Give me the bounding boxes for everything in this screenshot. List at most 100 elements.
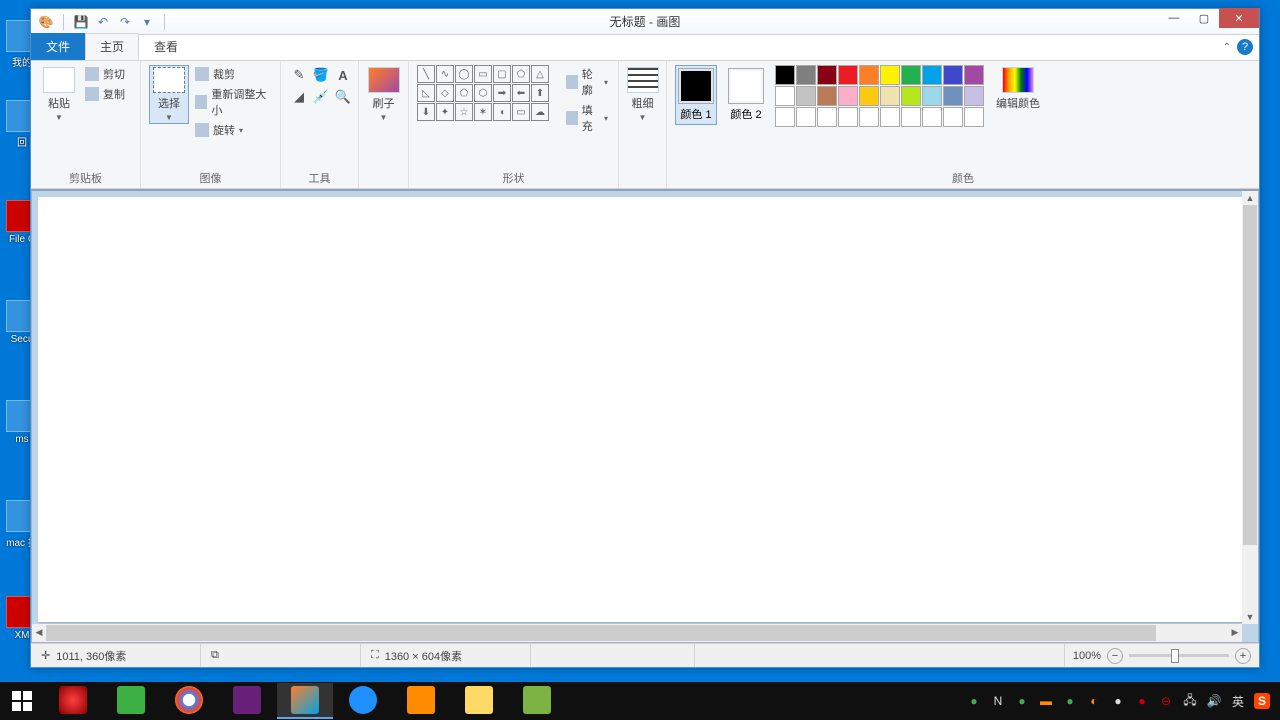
scrollbar-thumb[interactable] (1243, 205, 1257, 545)
taskbar-app[interactable] (161, 683, 217, 719)
color-swatch[interactable] (859, 65, 879, 85)
text-tool[interactable]: A (333, 65, 353, 85)
outline-button[interactable]: 轮廓 ▾ (564, 65, 610, 99)
network-icon[interactable]: 🖧 (1182, 693, 1198, 709)
color-swatch[interactable] (964, 107, 984, 127)
color-swatch[interactable] (901, 86, 921, 106)
scrollbar-thumb[interactable] (46, 625, 1156, 641)
minimize-button[interactable]: ― (1159, 8, 1189, 28)
color-swatch[interactable] (880, 86, 900, 106)
eraser-tool[interactable]: ◢ (289, 87, 309, 107)
color-swatch[interactable] (964, 65, 984, 85)
scroll-up-icon[interactable]: ▲ (1243, 191, 1257, 205)
tray-icon[interactable]: ▬ (1038, 693, 1054, 709)
scroll-right-icon[interactable]: ▶ (1228, 625, 1242, 639)
maximize-button[interactable]: ▢ (1189, 8, 1219, 28)
crop-button[interactable]: 裁剪 (193, 65, 272, 83)
copy-button[interactable]: 复制 (83, 85, 127, 103)
shape-curve[interactable]: ∿ (436, 65, 454, 83)
shapes-gallery[interactable]: ╲∿◯▭▢⬠△ ◺◇⬠⬡➡⬅⬆ ⬇✦☆✶◖▭☁ (417, 65, 549, 121)
app-icon[interactable]: 🎨 (37, 13, 55, 31)
shape-star6[interactable]: ✶ (474, 103, 492, 121)
tray-icon[interactable]: ◐ (1086, 693, 1102, 709)
shape-rect[interactable]: ▭ (474, 65, 492, 83)
zoom-out-button[interactable]: − (1107, 648, 1123, 664)
volume-icon[interactable]: 🔊 (1206, 693, 1222, 709)
start-button[interactable] (0, 682, 44, 720)
zoom-slider[interactable] (1129, 654, 1229, 657)
paste-button[interactable]: 粘贴 ▼ (39, 65, 79, 124)
shape-callout-cloud[interactable]: ☁ (531, 103, 549, 121)
vertical-scrollbar[interactable]: ▲ ▼ (1242, 191, 1258, 624)
select-button[interactable]: 选择 ▼ (149, 65, 189, 124)
close-button[interactable]: ✕ (1219, 8, 1259, 28)
shape-arrow-d[interactable]: ⬇ (417, 103, 435, 121)
collapse-ribbon-icon[interactable]: ⌃ (1223, 42, 1231, 53)
scroll-down-icon[interactable]: ▼ (1243, 610, 1257, 624)
color-swatch[interactable] (922, 65, 942, 85)
taskbar-app[interactable] (219, 683, 275, 719)
color-swatch[interactable] (859, 86, 879, 106)
rotate-button[interactable]: 旋转 ▾ (193, 121, 272, 139)
cut-button[interactable]: 剪切 (83, 65, 127, 83)
shape-arrow-l[interactable]: ⬅ (512, 84, 530, 102)
ime-icon[interactable]: 英 (1230, 693, 1246, 709)
tray-icon[interactable]: ● (966, 693, 982, 709)
tray-icon[interactable]: ● (1014, 693, 1030, 709)
shape-roundrect[interactable]: ▢ (493, 65, 511, 83)
canvas[interactable] (38, 197, 1242, 622)
color-swatch[interactable] (796, 65, 816, 85)
color2-button[interactable]: 颜色 2 (725, 65, 767, 125)
tray-icon[interactable]: N (990, 693, 1006, 709)
taskbar-app[interactable] (45, 683, 101, 719)
zoom-in-button[interactable]: + (1235, 648, 1251, 664)
edit-colors-button[interactable]: 编辑颜色 (992, 65, 1044, 113)
shape-triangle[interactable]: △ (531, 65, 549, 83)
fill-tool[interactable]: 🪣 (311, 65, 331, 85)
taskbar-app[interactable] (393, 683, 449, 719)
color-swatch[interactable] (838, 86, 858, 106)
tab-file[interactable]: 文件 (31, 33, 85, 60)
color-swatch[interactable] (943, 65, 963, 85)
color-swatch[interactable] (901, 65, 921, 85)
color-swatch[interactable] (796, 107, 816, 127)
tray-icon[interactable]: S (1254, 693, 1270, 709)
shape-callout-round[interactable]: ◖ (493, 103, 511, 121)
color-swatch[interactable] (775, 86, 795, 106)
redo-icon[interactable]: ↷ (116, 13, 134, 31)
color-swatch[interactable] (775, 65, 795, 85)
color-swatch[interactable] (964, 86, 984, 106)
taskbar-app[interactable] (103, 683, 159, 719)
color-swatch[interactable] (838, 65, 858, 85)
color-swatch[interactable] (880, 65, 900, 85)
pencil-tool[interactable]: ✎ (289, 65, 309, 85)
tray-icon[interactable]: ● (1110, 693, 1126, 709)
shape-rtri[interactable]: ◺ (417, 84, 435, 102)
shape-star5[interactable]: ☆ (455, 103, 473, 121)
brush-button[interactable]: 刷子 ▼ (364, 65, 404, 124)
shape-line[interactable]: ╲ (417, 65, 435, 83)
color-swatch[interactable] (922, 107, 942, 127)
magnifier-tool[interactable]: 🔍 (333, 87, 353, 107)
color-swatch[interactable] (817, 86, 837, 106)
resize-button[interactable]: 重新调整大小 (193, 85, 272, 119)
shape-callout-rect[interactable]: ▭ (512, 103, 530, 121)
shape-oval[interactable]: ◯ (455, 65, 473, 83)
color-swatch[interactable] (817, 107, 837, 127)
color-swatch[interactable] (817, 65, 837, 85)
taskbar-app[interactable] (335, 683, 391, 719)
shape-pentagon[interactable]: ⬠ (455, 84, 473, 102)
color-swatch[interactable] (859, 107, 879, 127)
color-swatch[interactable] (922, 86, 942, 106)
qat-dropdown-icon[interactable]: ▾ (138, 13, 156, 31)
tray-icon[interactable]: ● (1062, 693, 1078, 709)
tab-view[interactable]: 查看 (139, 33, 193, 60)
help-icon[interactable]: ? (1237, 39, 1253, 55)
taskbar-app[interactable] (451, 683, 507, 719)
shape-diamond[interactable]: ◇ (436, 84, 454, 102)
color-swatch[interactable] (796, 86, 816, 106)
tab-home[interactable]: 主页 (85, 33, 139, 60)
taskbar-app-paint[interactable] (277, 683, 333, 719)
color-swatch[interactable] (838, 107, 858, 127)
fill-button[interactable]: 填充 ▾ (564, 101, 610, 135)
